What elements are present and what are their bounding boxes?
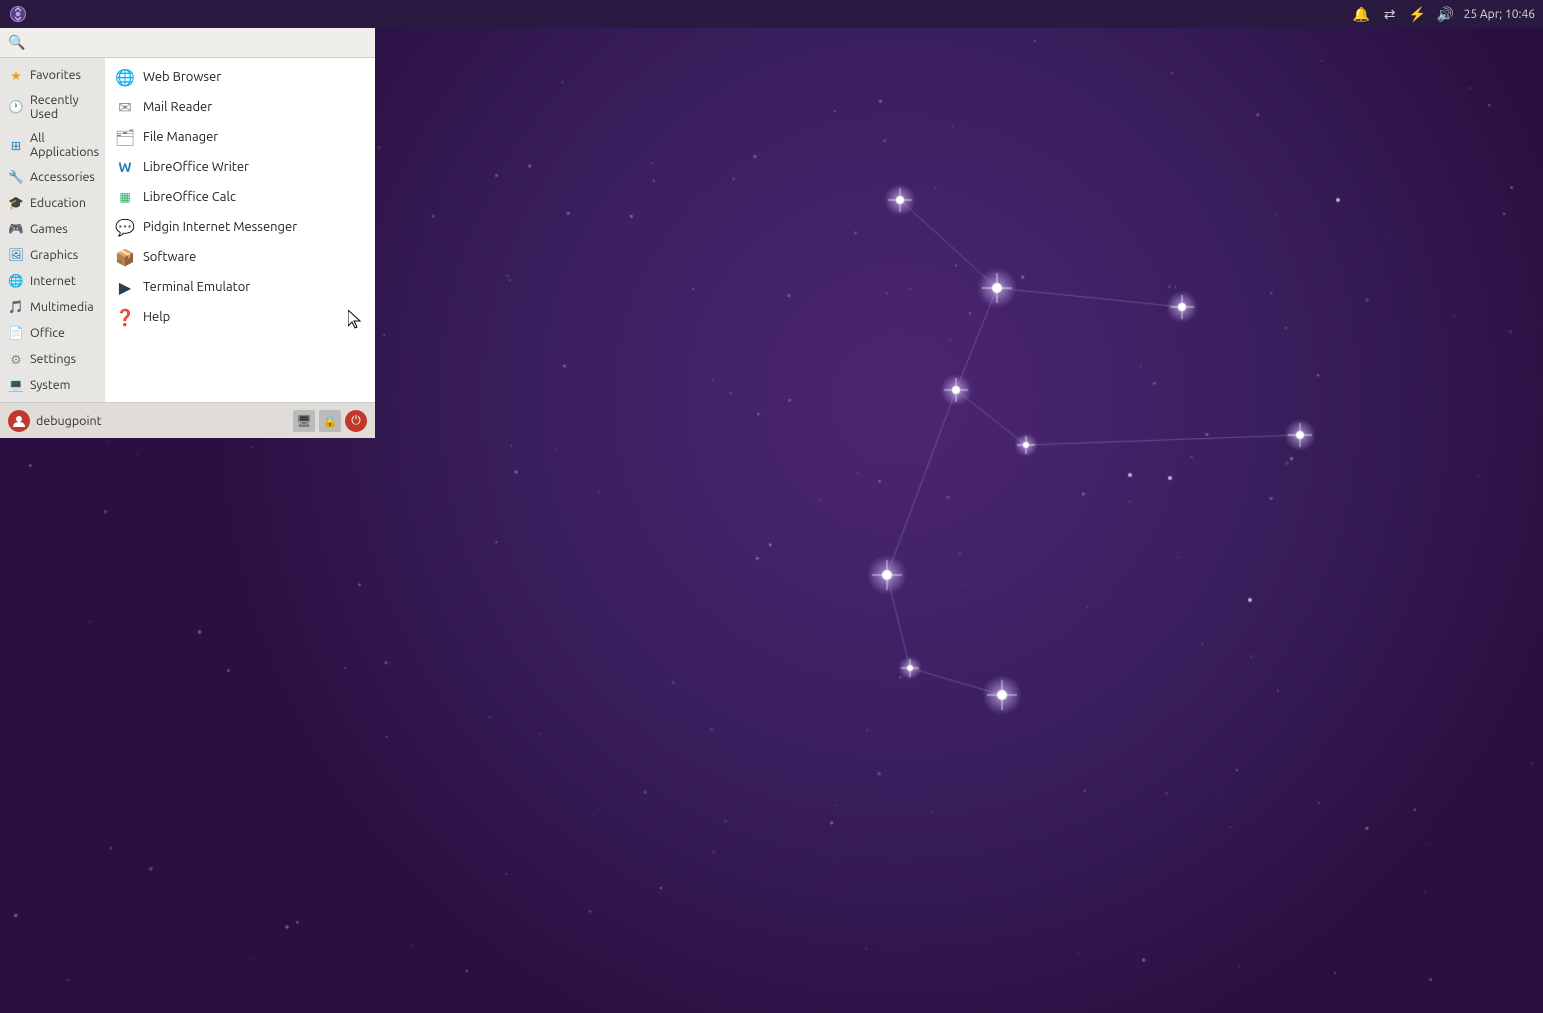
apps-panel: 🌐 Web Browser ✉ Mail Reader 🗂 File Manag… [105,58,375,402]
app-item-help[interactable]: ❓ Help [105,302,375,332]
mail-reader-label: Mail Reader [143,100,212,114]
office-icon: 📄 [8,325,24,341]
internet-icon: 🌐 [8,273,24,289]
sidebar-item-games[interactable]: 🎮 Games [0,216,105,242]
graphics-label: Graphics [30,248,78,262]
sidebar-item-graphics[interactable]: 🖼 Graphics [0,242,105,268]
menu-body: ★ Favorites 🕐 Recently Used ⊞ All Applic… [0,58,375,402]
settings-icon: ⚙ [8,351,24,367]
volume-icon[interactable]: 🔊 [1436,4,1456,24]
username-label: debugpoint [36,414,102,428]
help-icon: ❓ [115,307,135,327]
switch-app-icon[interactable]: ⇄ [1380,4,1400,24]
all-apps-label: All Applications [30,131,99,159]
search-input[interactable] [31,35,367,50]
app-item-file-manager[interactable]: 🗂 File Manager [105,122,375,152]
sidebar-item-multimedia[interactable]: 🎵 Multimedia [0,294,105,320]
pidgin-label: Pidgin Internet Messenger [143,220,297,234]
accessories-icon: 🔧 [8,169,24,185]
sidebar-item-settings[interactable]: ⚙ Settings [0,346,105,372]
sidebar-item-recently-used[interactable]: 🕐 Recently Used [0,88,105,126]
app-item-libreoffice-writer[interactable]: W LibreOffice Writer [105,152,375,182]
app-item-mail-reader[interactable]: ✉ Mail Reader [105,92,375,122]
app-item-software[interactable]: 📦 Software [105,242,375,272]
office-label: Office [30,326,65,340]
app-item-pidgin[interactable]: 💬 Pidgin Internet Messenger [105,212,375,242]
power-button[interactable]: ⏻ [345,410,367,432]
accessories-label: Accessories [30,170,95,184]
mail-reader-icon: ✉ [115,97,135,117]
system-label: System [30,378,70,392]
help-label: Help [143,310,170,324]
internet-label: Internet [30,274,76,288]
file-manager-label: File Manager [143,130,218,144]
user-avatar [8,410,30,432]
recently-used-label: Recently Used [30,93,97,121]
recently-used-icon: 🕐 [8,99,24,115]
switch-user-button[interactable]: 🖥 [293,410,315,432]
software-icon: 📦 [115,247,135,267]
bottom-left: debugpoint [8,410,102,432]
taskbar-right: 🔔 ⇄ ⚡ 🔊 25 Apr; 10:46 [1352,4,1543,24]
games-label: Games [30,222,68,236]
datetime: 25 Apr; 10:46 [1464,8,1535,21]
multimedia-label: Multimedia [30,300,94,314]
graphics-icon: 🖼 [8,247,24,263]
pidgin-icon: 💬 [115,217,135,237]
sidebar-item-system[interactable]: 💻 System [0,372,105,398]
notification-icon[interactable]: 🔔 [1352,4,1372,24]
app-item-web-browser[interactable]: 🌐 Web Browser [105,62,375,92]
user-avatar-icon [12,414,26,428]
terminal-icon: ▶ [115,277,135,297]
sidebar-item-favorites[interactable]: ★ Favorites [0,62,105,88]
terminal-label: Terminal Emulator [143,280,250,294]
libreoffice-writer-label: LibreOffice Writer [143,160,249,174]
libreoffice-calc-icon: ▦ [115,187,135,207]
education-icon: 🎓 [8,195,24,211]
software-label: Software [143,250,196,264]
search-icon: 🔍 [8,34,25,51]
app-item-libreoffice-calc[interactable]: ▦ LibreOffice Calc [105,182,375,212]
file-manager-icon: 🗂 [115,127,135,147]
web-browser-icon: 🌐 [115,67,135,87]
taskbar: 🔔 ⇄ ⚡ 🔊 25 Apr; 10:46 [0,0,1543,28]
education-label: Education [30,196,86,210]
app-menu-button[interactable] [4,0,32,28]
bottom-right: 🖥 🔒 ⏻ [293,410,367,432]
all-apps-icon: ⊞ [8,137,24,153]
bottom-bar: debugpoint 🖥 🔒 ⏻ [0,402,375,438]
search-bar: 🔍 [0,28,375,58]
sidebar-item-education[interactable]: 🎓 Education [0,190,105,216]
lock-button[interactable]: 🔒 [319,410,341,432]
taskbar-left [0,0,32,28]
categories-panel: ★ Favorites 🕐 Recently Used ⊞ All Applic… [0,58,105,402]
web-browser-label: Web Browser [143,70,221,84]
favorites-icon: ★ [8,67,24,83]
system-icon: 💻 [8,377,24,393]
app-menu: 🔍 ★ Favorites 🕐 Recently Used ⊞ All Appl… [0,28,375,438]
app-item-terminal[interactable]: ▶ Terminal Emulator [105,272,375,302]
libreoffice-calc-label: LibreOffice Calc [143,190,236,204]
sidebar-item-office[interactable]: 📄 Office [0,320,105,346]
multimedia-icon: 🎵 [8,299,24,315]
sidebar-item-internet[interactable]: 🌐 Internet [0,268,105,294]
power-status-icon[interactable]: ⚡ [1408,4,1428,24]
games-icon: 🎮 [8,221,24,237]
libreoffice-writer-icon: W [115,157,135,177]
settings-label: Settings [30,352,76,366]
sidebar-item-accessories[interactable]: 🔧 Accessories [0,164,105,190]
sidebar-item-all-applications[interactable]: ⊞ All Applications [0,126,105,164]
favorites-label: Favorites [30,68,81,82]
